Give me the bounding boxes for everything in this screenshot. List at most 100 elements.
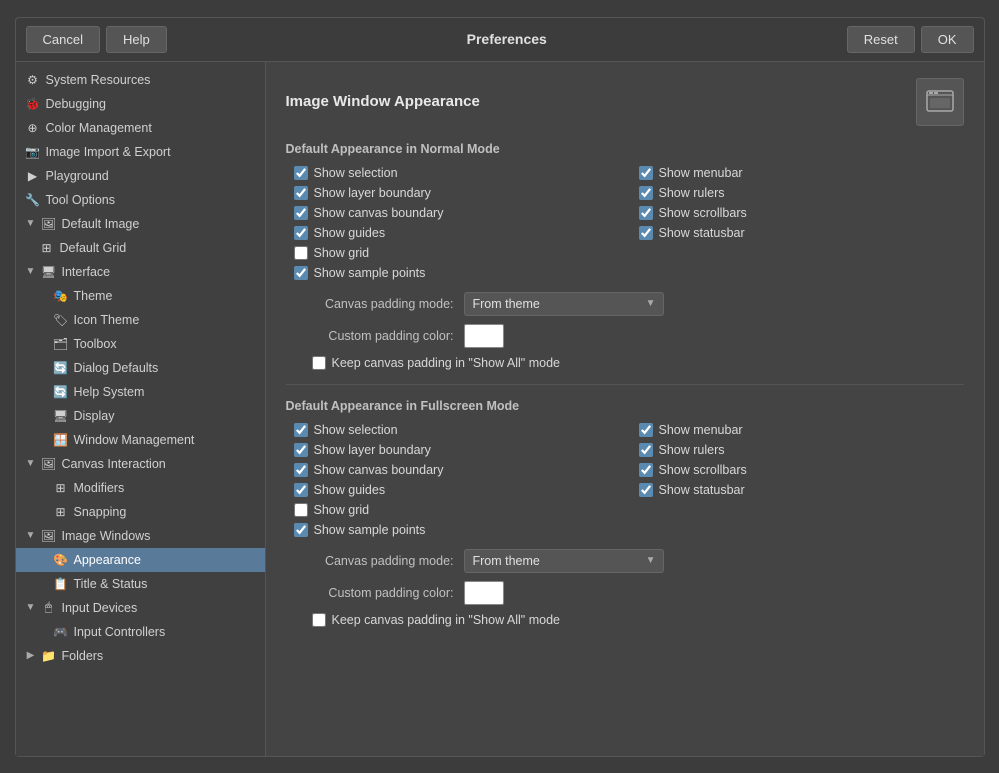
sidebar-item-icon-theme[interactable]: 🏷 Icon Theme xyxy=(16,308,265,332)
show-rulers-normal-label: Show rulers xyxy=(659,186,725,200)
show-selection-normal-input[interactable] xyxy=(294,166,308,180)
toggle-folders[interactable]: ▶ xyxy=(24,649,38,663)
show-selection-full-input[interactable] xyxy=(294,423,308,437)
sidebar-item-system-resources[interactable]: ⚙ System Resources xyxy=(16,68,265,92)
checkbox-show-guides-full: Show guides xyxy=(294,483,619,497)
sidebar-item-dialog-defaults[interactable]: 🔄 Dialog Defaults xyxy=(16,356,265,380)
show-sample-points-full-input[interactable] xyxy=(294,523,308,537)
image-import-export-icon: 📷 xyxy=(24,143,42,161)
sidebar-item-help-system[interactable]: 🔄 Help System xyxy=(16,380,265,404)
show-scrollbars-full-input[interactable] xyxy=(639,463,653,477)
show-guides-normal-label: Show guides xyxy=(314,226,386,240)
show-canvas-boundary-full-label: Show canvas boundary xyxy=(314,463,444,477)
toggle-input-devices[interactable]: ▼ xyxy=(24,601,38,615)
sidebar-item-default-grid[interactable]: ⊞ Default Grid xyxy=(16,236,265,260)
show-statusbar-full-input[interactable] xyxy=(639,483,653,497)
sidebar-item-label: Folders xyxy=(62,649,104,663)
full-keep-padding-input[interactable] xyxy=(312,613,326,627)
sidebar-item-debugging[interactable]: 🐞 Debugging xyxy=(16,92,265,116)
sidebar-item-input-controllers[interactable]: 🎮 Input Controllers xyxy=(16,620,265,644)
toggle-canvas-interaction[interactable]: ▼ xyxy=(24,457,38,471)
sidebar-item-label: Dialog Defaults xyxy=(74,361,159,375)
cancel-button[interactable]: Cancel xyxy=(26,26,100,53)
sidebar-item-color-management[interactable]: ⊕ Color Management xyxy=(16,116,265,140)
sidebar-item-interface[interactable]: ▼ 🖥 Interface xyxy=(16,260,265,284)
sidebar-item-appearance[interactable]: 🎨 Appearance xyxy=(16,548,265,572)
show-grid-full-label: Show grid xyxy=(314,503,370,517)
section-divider xyxy=(286,384,964,385)
theme-icon: 🎭 xyxy=(52,287,70,305)
show-grid-full-input[interactable] xyxy=(294,503,308,517)
sidebar-item-label: Input Devices xyxy=(62,601,138,615)
sidebar-item-image-windows[interactable]: ▼ 🖼 Image Windows xyxy=(16,524,265,548)
show-sample-points-normal-label: Show sample points xyxy=(314,266,426,280)
sidebar-item-image-import-export[interactable]: 📷 Image Import & Export xyxy=(16,140,265,164)
sidebar-item-theme[interactable]: 🎭 Theme xyxy=(16,284,265,308)
show-canvas-boundary-normal-input[interactable] xyxy=(294,206,308,220)
sidebar-item-label: Display xyxy=(74,409,115,423)
full-padding-mode-row: Canvas padding mode: From theme Light ch… xyxy=(286,549,964,573)
checkbox-show-scrollbars-normal: Show scrollbars xyxy=(639,206,964,220)
full-padding-mode-select[interactable]: From theme Light check Dark check Custom… xyxy=(464,549,664,573)
show-menubar-full-input[interactable] xyxy=(639,423,653,437)
sidebar-item-label: Playground xyxy=(46,169,109,183)
checkbox-show-selection-normal: Show selection xyxy=(294,166,619,180)
sidebar: ⚙ System Resources 🐞 Debugging ⊕ Color M… xyxy=(16,62,266,756)
normal-padding-mode-dropdown-wrap: From theme Light check Dark check Custom… xyxy=(464,292,664,316)
sidebar-item-label: Appearance xyxy=(74,553,141,567)
show-rulers-full-input[interactable] xyxy=(639,443,653,457)
normal-padding-color-label: Custom padding color: xyxy=(294,329,454,343)
sidebar-item-label: Color Management xyxy=(46,121,152,135)
show-guides-full-input[interactable] xyxy=(294,483,308,497)
toggle-image-windows[interactable]: ▼ xyxy=(24,529,38,543)
full-padding-color-swatch[interactable] xyxy=(464,581,504,605)
toolbox-icon: 🗂 xyxy=(52,335,70,353)
sidebar-item-default-image[interactable]: ▼ 🖼 Default Image xyxy=(16,212,265,236)
show-layer-boundary-full-input[interactable] xyxy=(294,443,308,457)
dialog-title: Preferences xyxy=(175,31,839,47)
normal-padding-mode-label: Canvas padding mode: xyxy=(294,297,454,311)
help-button[interactable]: Help xyxy=(106,26,167,53)
sidebar-item-toolbox[interactable]: 🗂 Toolbox xyxy=(16,332,265,356)
show-menubar-normal-input[interactable] xyxy=(639,166,653,180)
show-statusbar-normal-input[interactable] xyxy=(639,226,653,240)
sidebar-item-playground[interactable]: ▶ Playground xyxy=(16,164,265,188)
show-rulers-normal-input[interactable] xyxy=(639,186,653,200)
sidebar-item-display[interactable]: 🖥 Display xyxy=(16,404,265,428)
toggle-interface[interactable]: ▼ xyxy=(24,265,38,279)
sidebar-item-input-devices[interactable]: ▼ 🖱 Input Devices xyxy=(16,596,265,620)
normal-mode-checkboxes: Show selection Show menubar Show layer b… xyxy=(286,166,964,280)
sidebar-item-modifiers[interactable]: ⊞ Modifiers xyxy=(16,476,265,500)
toggle-default-image[interactable]: ▼ xyxy=(24,217,38,231)
show-scrollbars-normal-input[interactable] xyxy=(639,206,653,220)
sidebar-item-window-management[interactable]: 🪟 Window Management xyxy=(16,428,265,452)
dialog-body: ⚙ System Resources 🐞 Debugging ⊕ Color M… xyxy=(16,62,984,756)
header-right-buttons: Reset OK xyxy=(847,26,974,53)
show-scrollbars-normal-label: Show scrollbars xyxy=(659,206,747,220)
sidebar-item-snapping[interactable]: ⊞ Snapping xyxy=(16,500,265,524)
sidebar-item-label: Image Import & Export xyxy=(46,145,171,159)
section-title: Image Window Appearance xyxy=(286,93,480,110)
sidebar-item-label: System Resources xyxy=(46,73,151,87)
sidebar-item-title-status[interactable]: 📋 Title & Status xyxy=(16,572,265,596)
sidebar-item-canvas-interaction[interactable]: ▼ 🖼 Canvas Interaction xyxy=(16,452,265,476)
sidebar-item-folders[interactable]: ▶ 📁 Folders xyxy=(16,644,265,668)
show-canvas-boundary-full-input[interactable] xyxy=(294,463,308,477)
sidebar-item-label: Canvas Interaction xyxy=(62,457,166,471)
ok-button[interactable]: OK xyxy=(921,26,974,53)
show-guides-normal-input[interactable] xyxy=(294,226,308,240)
snapping-icon: ⊞ xyxy=(52,503,70,521)
sidebar-item-label: Default Grid xyxy=(60,241,127,255)
normal-padding-color-swatch[interactable] xyxy=(464,324,504,348)
show-sample-points-normal-input[interactable] xyxy=(294,266,308,280)
checkbox-show-rulers-normal: Show rulers xyxy=(639,186,964,200)
normal-keep-padding-input[interactable] xyxy=(312,356,326,370)
show-layer-boundary-normal-input[interactable] xyxy=(294,186,308,200)
dialog-header: Cancel Help Preferences Reset OK xyxy=(16,18,984,62)
show-statusbar-normal-label: Show statusbar xyxy=(659,226,745,240)
normal-padding-mode-select[interactable]: From theme Light check Dark check Custom… xyxy=(464,292,664,316)
sidebar-item-tool-options[interactable]: 🔧 Tool Options xyxy=(16,188,265,212)
normal-keep-padding-checkbox: Keep canvas padding in "Show All" mode xyxy=(312,356,560,370)
show-grid-normal-input[interactable] xyxy=(294,246,308,260)
reset-button[interactable]: Reset xyxy=(847,26,915,53)
